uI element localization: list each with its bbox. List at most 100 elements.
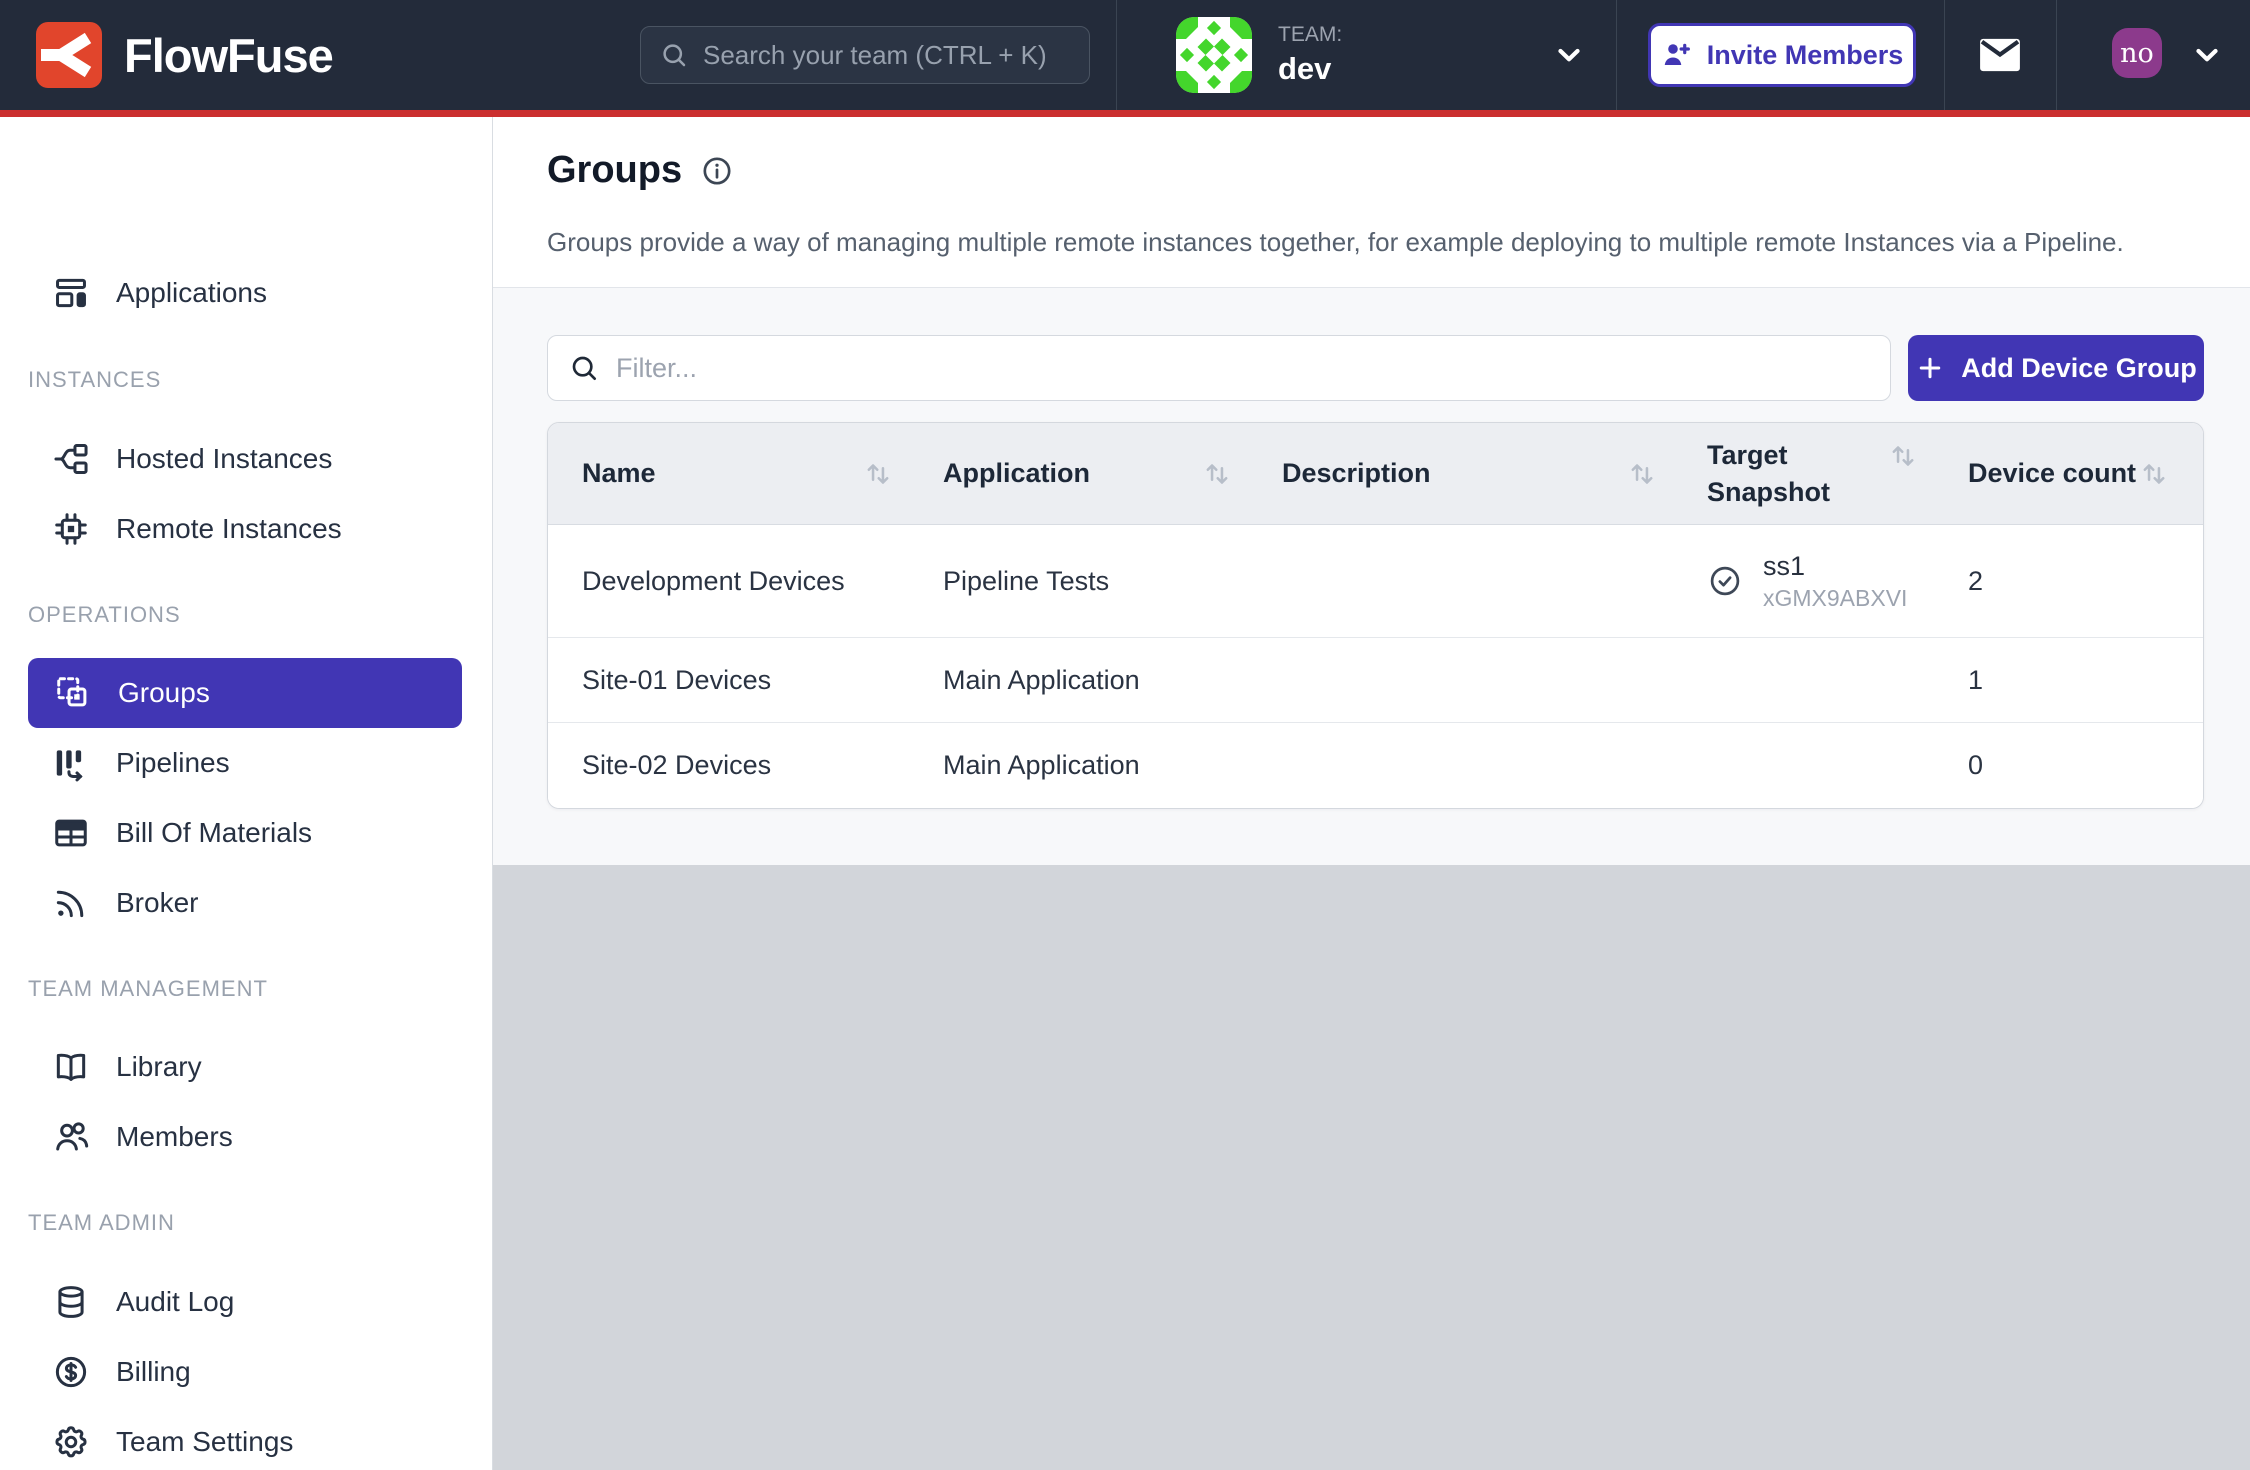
page-description: Groups provide a way of managing multipl… [547,227,2190,258]
groups-section: Add Device Group Name Application [493,287,2250,865]
add-device-group-button[interactable]: Add Device Group [1908,335,2204,401]
audit-log-icon [52,1283,90,1321]
invite-members-label: Invite Members [1707,40,1904,71]
sidebar-item-label: Applications [116,277,267,309]
column-header-device-count[interactable]: Device count [1934,423,2203,524]
column-header-label: Application [943,458,1090,489]
flowfuse-logo-icon [36,22,102,88]
filter-input[interactable] [616,353,1870,384]
team-name: dev [1278,51,1342,87]
user-avatar-initials: no [2120,38,2154,69]
section-label-operations: OPERATIONS [28,600,181,630]
column-header-label: Device count [1968,458,2136,489]
column-header-application[interactable]: Application [909,423,1248,524]
sidebar-item-audit-log[interactable]: Audit Log [0,1267,492,1337]
navbar-divider [1944,0,1945,110]
sidebar-item-label: Remote Instances [116,513,342,545]
table-row[interactable]: Site-02 Devices Main Application 0 [548,723,2203,808]
table-row[interactable]: Development Devices Pipeline Tests ss1 x… [548,525,2203,638]
column-header-name[interactable]: Name [548,423,909,524]
sidebar-item-billing[interactable]: Billing [0,1337,492,1407]
groups-table: Name Application [547,422,2204,809]
team-selector[interactable]: TEAM: dev [1116,0,1616,110]
snapshot-id: xGMX9ABXVI [1763,585,1907,612]
sort-icon[interactable] [1200,457,1234,491]
team-search[interactable] [640,26,1090,84]
sort-icon[interactable] [861,457,895,491]
sidebar-item-label: Pipelines [116,747,230,779]
sidebar-item-label: Hosted Instances [116,443,332,475]
sidebar-item-applications[interactable]: Applications [0,258,492,328]
cell-application: Main Application [909,665,1248,696]
sort-icon[interactable] [2137,457,2171,491]
main-content: Groups Groups provide a way of managing … [493,117,2250,1470]
sidebar-item-broker[interactable]: Broker [0,868,492,938]
sidebar-item-label: Members [116,1121,233,1153]
user-plus-icon [1661,39,1693,71]
add-device-group-label: Add Device Group [1961,353,2197,384]
page-header: Groups Groups provide a way of managing … [493,117,2250,287]
sidebar-item-team-settings[interactable]: Team Settings [0,1407,492,1470]
hosted-instances-icon [52,440,90,478]
sidebar-item-remote-instances[interactable]: Remote Instances [0,494,492,564]
filter-box[interactable] [547,335,1891,401]
navbar-divider [2056,0,2057,110]
cell-target-snapshot: ss1 xGMX9ABXVI [1673,551,1934,612]
sidebar-item-label: Team Settings [116,1426,293,1458]
groups-icon [54,674,92,712]
team-search-input[interactable] [703,40,1071,71]
cell-name: Site-01 Devices [548,665,909,696]
cell-application: Pipeline Tests [909,566,1248,597]
column-header-label: Target Snapshot [1707,437,1837,510]
sidebar-item-label: Groups [118,677,210,709]
sidebar: Applications INSTANCES Hosted Instances [0,117,493,1470]
snapshot-name: ss1 [1763,551,1907,582]
sidebar-item-hosted-instances[interactable]: Hosted Instances [0,424,492,494]
section-label-team-admin: TEAM ADMIN [28,1208,175,1238]
notifications-button[interactable] [1968,30,2032,80]
accent-bar [0,110,2250,117]
sidebar-item-label: Billing [116,1356,191,1388]
table-row[interactable]: Site-01 Devices Main Application 1 [548,638,2203,723]
sidebar-item-members[interactable]: Members [0,1102,492,1172]
gear-icon [52,1423,90,1461]
remote-instances-icon [52,510,90,548]
sidebar-item-label: Broker [116,887,198,919]
team-label: TEAM: [1278,23,1342,47]
plus-icon [1915,353,1945,383]
sidebar-item-label: Audit Log [116,1286,234,1318]
sidebar-item-label: Library [116,1051,202,1083]
cell-name: Site-02 Devices [548,750,909,781]
sort-icon[interactable] [1625,457,1659,491]
user-avatar[interactable]: no [2112,28,2162,78]
search-icon [568,352,600,384]
cell-device-count: 1 [1934,665,2203,696]
section-label-team-management: TEAM MANAGEMENT [28,974,268,1004]
column-header-label: Name [582,458,656,489]
sidebar-item-groups[interactable]: Groups [28,658,462,728]
sort-icon[interactable] [1886,439,1920,473]
library-icon [52,1048,90,1086]
mail-icon [1977,37,2023,73]
members-icon [52,1118,90,1156]
page-title: Groups [547,149,682,192]
user-menu-chevron-icon[interactable] [2190,38,2224,72]
brand-text: FlowFuse [124,28,333,83]
navbar: FlowFuse [0,0,2250,110]
column-header-description[interactable]: Description [1248,423,1673,524]
sidebar-item-bill-of-materials[interactable]: Bill Of Materials [0,798,492,868]
info-icon[interactable] [700,154,734,188]
bill-of-materials-icon [52,814,90,852]
column-header-target-snapshot[interactable]: Target Snapshot [1673,423,1934,524]
flowfuse-logo[interactable]: FlowFuse [36,22,333,88]
sidebar-item-pipelines[interactable]: Pipelines [0,728,492,798]
team-meta: TEAM: dev [1278,23,1342,87]
table-header-row: Name Application [548,423,2203,525]
cell-device-count: 2 [1934,566,2203,597]
column-header-label: Description [1282,458,1431,489]
page: FlowFuse [0,0,2250,1470]
chevron-down-icon[interactable] [1552,38,1586,72]
cell-application: Main Application [909,750,1248,781]
sidebar-item-library[interactable]: Library [0,1032,492,1102]
invite-members-button[interactable]: Invite Members [1648,23,1916,87]
